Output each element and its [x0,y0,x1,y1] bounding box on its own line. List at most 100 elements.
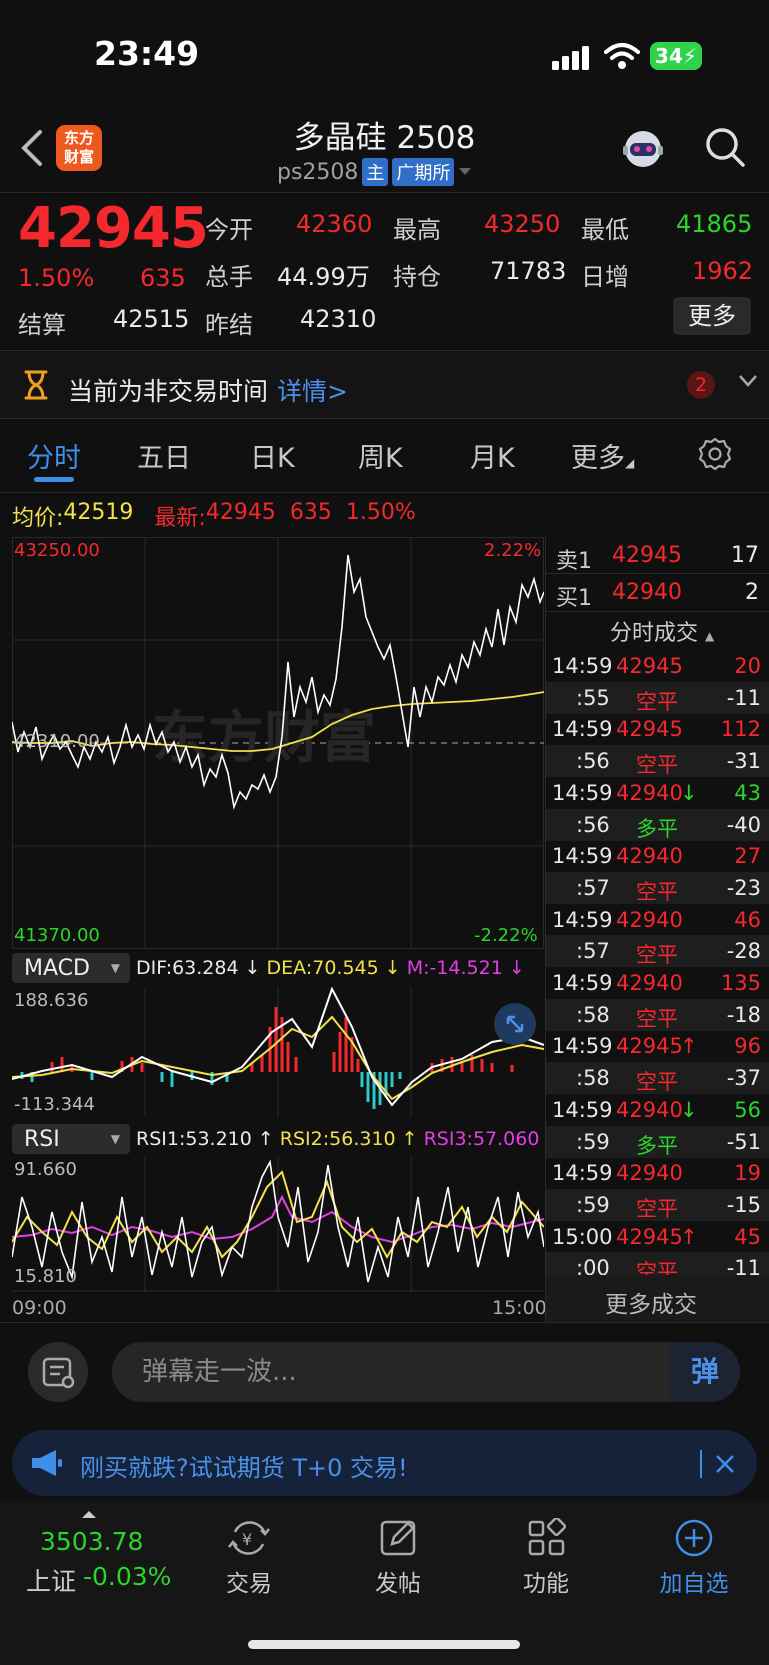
trade-volume: 56 [734,1097,761,1122]
trade-time: :59 [576,1129,610,1154]
macd-max: 188.636 [14,990,89,1011]
trade-volume: 112 [720,717,761,742]
tab-daily-k[interactable]: 日K [250,436,295,475]
trade-volume: -18 [726,1002,761,1027]
trade-price: 42940 [616,780,683,805]
nav-trade[interactable]: ¥ 交易 [189,1518,309,1598]
daily-increase-label: 日增 [581,263,629,291]
trade-time: 14:59 [552,907,613,932]
rsi-indicator-bar: RSI ▼ RSI1:53.210 ↑ RSI2:56.310 ↑ RSI3:57… [12,1124,561,1154]
volume-label: 总手 [205,263,253,291]
daily-increase-value: 1962 [692,257,754,285]
trade-price: 42945 [616,717,683,742]
wifi-icon [604,43,640,69]
index-name[interactable]: 上证 [26,1562,76,1598]
trade-volume: -28 [726,939,761,964]
trade-volume: -11 [726,685,761,710]
change-pct: 1.50% [18,264,95,292]
more-trades-row[interactable]: 更多成交 [546,1275,769,1322]
divider [700,1450,702,1478]
nav-functions-label: 功能 [523,1571,569,1597]
trade-price: 42940 [616,971,683,995]
tab-monthly-k[interactable]: 月K [470,436,515,475]
home-indicator [248,1640,520,1649]
rsi-max: 91.660 [14,1159,77,1180]
gear-icon[interactable] [698,437,732,471]
rsi-select[interactable]: RSI ▼ [12,1124,130,1154]
tab-intraday[interactable]: 分时 [27,436,81,475]
trade-row: 14:59 42940 27 [546,840,769,872]
trade-row: :57 空平 -23 [546,871,769,904]
low-label: 最低 [581,216,629,244]
trade-price: 空平 [636,753,678,778]
rsi1: RSI1:53.210 ↑ [136,1128,274,1150]
trade-volume: 20 [734,654,761,678]
ask-row: 卖1 42945 17 [546,537,769,574]
trade-time: 15:00 [552,1224,613,1249]
avg-price-value: 42519 [63,500,134,525]
macd-m: M:-14.521 ↓ [406,957,525,979]
nav-functions[interactable]: 功能 [486,1518,606,1598]
volume-value: 44.99万 [277,263,370,291]
trade-list-title[interactable]: 分时成交 ▲ [610,615,714,647]
macd-select[interactable]: MACD ▼ [12,953,130,983]
trade-time: 14:59 [552,780,613,805]
search-icon[interactable] [704,126,746,168]
prev-settle-label: 昨结 [205,311,253,339]
x-axis-start: 09:00 [12,1297,67,1319]
contract-subtitle[interactable]: ps2508 主 广期所 [277,158,472,186]
index-change[interactable]: -0.03% [83,1562,171,1591]
trade-row: :57 空平 -28 [546,935,769,968]
chart-low-pct: -2.22% [474,925,538,946]
chart-high-pct: 2.22% [484,540,542,561]
latest-pct: 1.50% [345,500,416,525]
chevron-down-icon[interactable] [738,374,758,388]
high-value: 43250 [484,210,561,238]
divider [0,1322,769,1323]
comment-settings-button[interactable] [28,1342,88,1402]
nav-post[interactable]: 发帖 [338,1518,458,1598]
active-tab-indicator [34,477,74,482]
trade-row: 14:59 42940 ↓ 43 [546,777,769,809]
exchange-tag: 广期所 [392,158,455,186]
change-value: 635 [140,264,186,292]
trade-price: 空平 [636,1196,678,1221]
trade-row: :55 空平 -11 [546,681,769,714]
expand-icon [506,1015,524,1033]
danmu-send-button[interactable]: 弹 [670,1342,740,1402]
trade-row: :56 多平 -40 [546,808,769,841]
tab-weekly-k[interactable]: 周K [358,436,403,475]
robot-assistant-icon[interactable] [620,126,666,172]
trade-volume: -15 [726,1192,761,1217]
fullscreen-button[interactable] [494,1003,536,1045]
chart-low-price: 41370.00 [14,925,100,946]
price-info-line: 均价: 42519 最新: 42945 635 1.50% [12,500,416,532]
danmu-input[interactable]: 弹幕走一波... [112,1342,740,1402]
trade-row: :58 空平 -37 [546,1062,769,1095]
rsi-select-label: RSI [24,1126,60,1152]
prev-settle-value: 42310 [300,305,377,333]
trade-time: 14:59 [552,717,613,742]
low-value: 41865 [676,210,753,238]
nav-add-watchlist[interactable]: 加自选 [634,1518,754,1598]
notice-details-link[interactable]: 详情> [277,372,348,408]
high-label: 最高 [393,216,441,244]
rsi2: RSI2:56.310 ↑ [279,1128,418,1150]
expand-up-icon[interactable] [82,1511,96,1518]
trade-time: :55 [576,685,610,710]
trade-price: 42940 [616,907,683,932]
more-quote-button[interactable]: 更多 [673,297,751,335]
tab-five-day[interactable]: 五日 [137,436,191,475]
macd-histogram-positive [50,1007,514,1072]
edit-icon [380,1520,416,1556]
tab-more[interactable]: 更多◢ [571,436,634,475]
index-value[interactable]: 3503.78 [40,1527,143,1556]
battery-level: 34 [655,44,683,68]
trade-row: 14:59 42940 19 [546,1157,769,1189]
trade-volume: 135 [720,971,761,995]
notice-count-badge: 2 [687,371,715,399]
close-icon[interactable] [715,1454,735,1474]
trade-row: 14:59 42945 20 [546,650,769,682]
trade-price: 多平 [636,816,678,841]
latest-label: 最新: [154,506,206,531]
